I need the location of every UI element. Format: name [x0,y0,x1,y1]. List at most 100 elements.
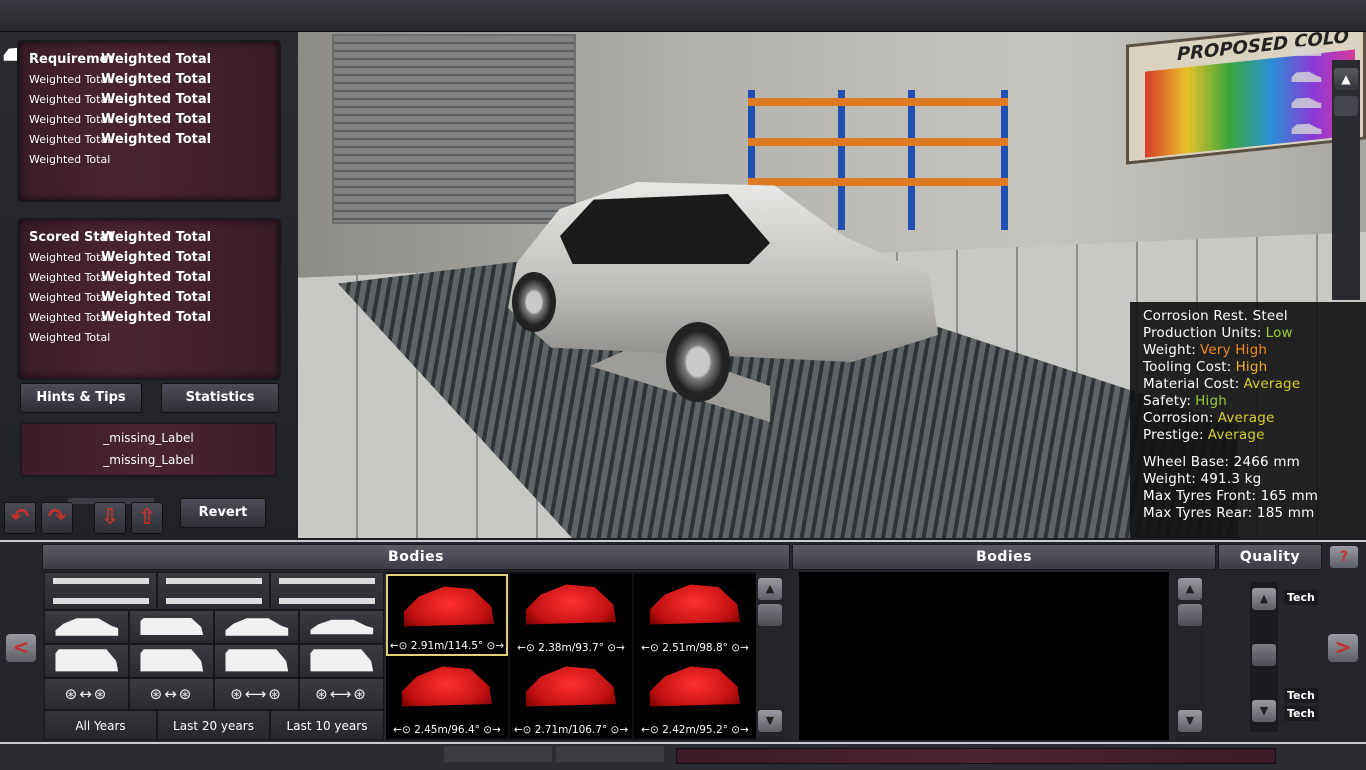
top-bar [0,0,1366,32]
requirements-row: Weighted Total Weighted Total [29,72,212,87]
suv-icon[interactable] [44,644,129,678]
scored-stats-row: Weighted Total Weighted Total [29,250,212,265]
panel-van-icon[interactable] [299,644,384,678]
quality-header: Quality [1218,544,1322,570]
statistics-button[interactable]: Statistics [161,383,279,413]
coupe-icon[interactable] [299,610,384,644]
rear-wheel [512,272,556,332]
redo-icon[interactable]: ↷ [41,502,73,534]
scored-stats-row: Weighted Total Weighted Total [29,310,212,325]
wheelbase-long-icon[interactable]: ⊛⟷⊛ [214,678,299,710]
info-label: Safety: [1143,393,1192,409]
body-preview-image [649,584,741,625]
wheelbase-xlong-icon[interactable]: ⊛⟷⊛ [299,678,384,710]
scroll-down-icon[interactable]: ▼ [1178,710,1202,732]
undo-icon[interactable]: ↶ [4,502,36,534]
pickup-icon[interactable] [129,644,214,678]
info-value: High [1195,393,1227,409]
body-variant-icon[interactable] [1291,123,1322,134]
help-button[interactable]: ? [1330,546,1358,568]
body-tile-label: ←⊙ 2.91m/114.5° ⊙→ [389,640,505,652]
car-model[interactable] [508,152,938,422]
chassis-front-engine-icon[interactable] [44,572,157,610]
quality-track[interactable]: ▲ ▼ [1250,582,1278,732]
body-tile[interactable]: ←⊙ 2.91m/114.5° ⊙→ [386,574,508,656]
quality-up-icon[interactable]: ▲ [1252,588,1276,610]
body-variant-list [799,572,1169,740]
hints-tips-button[interactable]: Hints & Tips [20,383,142,413]
scroll-thumb[interactable] [1334,96,1358,116]
scroll-up-icon[interactable]: ▲ [1334,68,1358,90]
footer-tab[interactable] [556,746,664,762]
scored-stats-panel: Scored Stats Weighted Total Weighted Tot… [17,218,281,380]
wagon-icon[interactable] [129,610,214,644]
scroll-up-icon[interactable]: ▲ [758,578,782,600]
info-value: Average [1217,410,1275,426]
wheelbase-medium-icon[interactable]: ⊛↔⊛ [129,678,214,710]
info-label: Material Cost: [1143,376,1240,392]
info-line: Safety: High [1143,393,1366,410]
sedan-icon[interactable] [44,610,129,644]
quality-tech-label: Tech [1284,590,1318,605]
bodies-header: Bodies [42,544,790,570]
next-arrow-icon[interactable]: > [1328,634,1358,662]
filter-last-10-years[interactable]: Last 10 years [270,710,384,740]
missing-label: _missing_Label [103,431,194,445]
info-value: Average [1207,427,1265,443]
scroll-up-icon[interactable]: ▲ [1178,578,1202,600]
body-list-scrollbar[interactable]: ▲ ▼ [756,572,784,740]
scroll-thumb[interactable] [1178,604,1202,626]
body-preview-image [525,584,617,625]
chassis-mid-engine-icon[interactable] [157,572,270,610]
revert-button[interactable]: Revert [180,498,266,528]
info-value: Very High [1199,342,1268,358]
requirements-row: Weighted Total Weighted Total [29,92,212,107]
scroll-down-icon[interactable]: ▼ [758,710,782,732]
info-label: Weight: [1143,342,1196,358]
quality-slider[interactable]: ▲ ▼ Tech Tech Tech [1250,582,1322,732]
info-label: Production Units: [1143,325,1262,341]
bodies-variant-header: Bodies [792,544,1216,570]
body-preview-image [525,666,617,707]
quality-down-icon[interactable]: ▼ [1252,700,1276,722]
body-tile-label: ←⊙ 2.38m/93.7° ⊙→ [517,642,625,654]
requirements-row: Weighted Total [29,153,111,166]
body-tile[interactable]: ←⊙ 2.51m/98.8° ⊙→ [634,574,756,656]
info-value: Low [1265,325,1293,341]
wheelbase-short-icon[interactable]: ⊛↔⊛ [44,678,129,710]
scroll-thumb[interactable] [758,604,782,626]
body-tile[interactable]: ←⊙ 2.38m/93.7° ⊙→ [510,574,632,656]
filter-all-years[interactable]: All Years [44,710,157,740]
body-variant-icon[interactable] [1291,45,1322,56]
info-line: Weight: Very High [1143,342,1366,359]
quality-handle[interactable] [1252,644,1276,666]
footer-tab[interactable] [444,746,552,762]
body-category-grid: ⊛↔⊛ ⊛↔⊛ ⊛⟷⊛ ⊛⟷⊛ All Years Last 20 years … [44,572,384,740]
prev-arrow-icon[interactable]: < [6,634,36,662]
van-icon[interactable] [214,644,299,678]
body-tile[interactable]: ←⊙ 2.42m/95.2° ⊙→ [634,656,756,738]
footer-status-bar [676,748,1276,764]
filter-last-20-years[interactable]: Last 20 years [157,710,270,740]
body-tile[interactable]: ←⊙ 2.45m/96.4° ⊙→ [386,656,508,738]
quality-tech-label: Tech [1284,706,1318,721]
info-label: Corrosion Rest. Steel [1143,308,1288,324]
body-variant-icon[interactable] [1291,71,1322,82]
spec-line: Max Tyres Rear: 185 mm [1143,505,1315,521]
load-design-icon[interactable]: ⇩ [94,502,126,534]
chassis-rear-engine-icon[interactable] [270,572,384,610]
body-tile[interactable]: ←⊙ 2.71m/106.7° ⊙→ [510,656,632,738]
body-variant-icon[interactable] [1291,97,1322,108]
viewport-scrollbar[interactable]: ▲ [1332,60,1360,300]
body-tile-label: ←⊙ 2.42m/95.2° ⊙→ [641,724,749,736]
hatchback-icon[interactable] [214,610,299,644]
quality-tech-label: Tech [1284,688,1318,703]
scored-stats-header: Scored Stats Weighted Total [29,230,212,245]
info-line: Production Units: Low [1143,325,1366,342]
variant-list-scrollbar[interactable]: ▲ ▼ [1176,572,1204,740]
missing-label: _missing_Label [103,453,194,467]
save-design-icon[interactable]: ⇧ [131,502,163,534]
body-preview-image [403,586,495,627]
body-tile-label: ←⊙ 2.45m/96.4° ⊙→ [393,724,501,736]
